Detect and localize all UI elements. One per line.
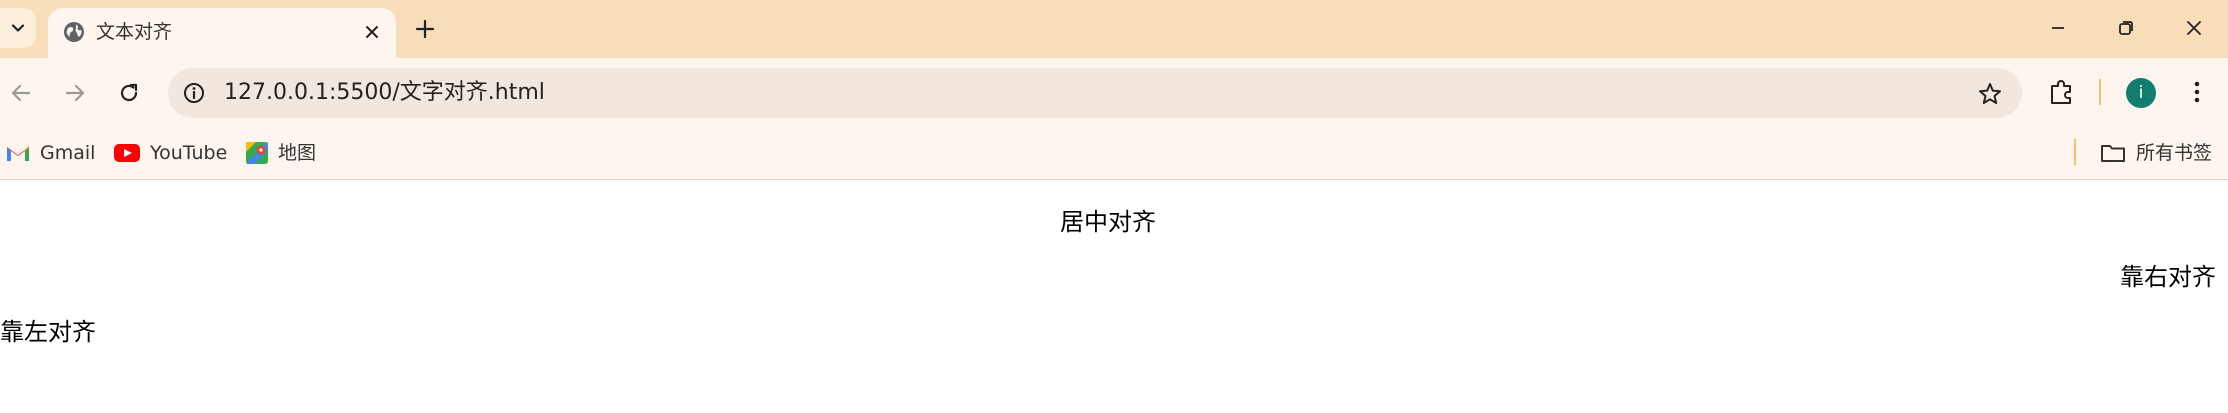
right-aligned-text: 靠右对齐 — [2120, 263, 2216, 291]
center-aligned-text: 居中对齐 — [1060, 208, 1156, 236]
youtube-icon — [114, 144, 140, 162]
toolbar-divider — [2099, 79, 2101, 105]
close-icon[interactable] — [362, 22, 382, 42]
chevron-down-icon — [11, 24, 25, 32]
info-icon[interactable] — [182, 81, 206, 105]
bookmark-star-icon[interactable] — [1976, 80, 2004, 108]
gmail-icon — [7, 146, 29, 161]
bookmark-maps[interactable]: 地图 — [246, 138, 316, 168]
close-window-button[interactable] — [2180, 14, 2208, 42]
tab-title: 文本对齐 — [96, 21, 173, 43]
globe-icon — [64, 22, 84, 42]
left-aligned-text: 靠左对齐 — [0, 318, 96, 346]
address-bar[interactable]: 127.0.0.1:5500/文字对齐.html — [168, 68, 2022, 118]
minimize-button[interactable] — [2044, 14, 2072, 42]
bookmarks-divider — [2074, 139, 2076, 165]
bookmark-youtube[interactable]: YouTube — [114, 138, 227, 168]
restore-button[interactable] — [2112, 14, 2140, 42]
navigation-toolbar: 127.0.0.1:5500/文字对齐.html i — [0, 58, 2228, 128]
maps-icon — [246, 142, 268, 164]
all-bookmarks-button[interactable]: 所有书签 — [2100, 138, 2212, 168]
extensions-puzzle-icon[interactable] — [2046, 76, 2078, 108]
folder-icon — [2101, 145, 2125, 162]
reload-button[interactable] — [114, 78, 144, 108]
bookmarks-bar: Gmail YouTube 地图 所有书签 — [0, 128, 2228, 180]
back-button[interactable] — [6, 78, 36, 108]
profile-avatar[interactable]: i — [2126, 78, 2156, 108]
active-tab[interactable]: 文本对齐 — [48, 8, 396, 58]
url-text[interactable]: 127.0.0.1:5500/文字对齐.html — [224, 80, 545, 106]
page-content: 居中对齐 靠右对齐 靠左对齐 — [0, 181, 2228, 413]
tab-strip: 文本对齐 — [0, 0, 2228, 58]
forward-button[interactable] — [60, 78, 90, 108]
more-menu-icon[interactable] — [2182, 76, 2212, 108]
bookmark-gmail[interactable]: Gmail — [6, 138, 95, 168]
tab-search-button[interactable] — [0, 8, 36, 48]
new-tab-button[interactable] — [412, 16, 438, 42]
